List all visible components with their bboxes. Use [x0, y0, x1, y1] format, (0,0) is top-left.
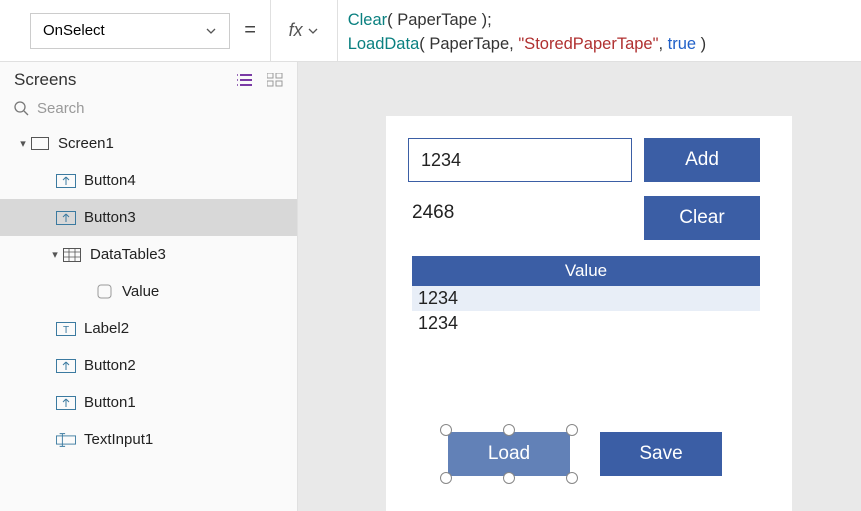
tree-item-label: Button3 — [84, 209, 136, 226]
text-input[interactable]: 1234 — [408, 138, 632, 182]
tree-item-button3[interactable]: Button3 — [0, 199, 297, 236]
search-icon — [14, 101, 29, 116]
tok: PaperTape — [429, 35, 509, 53]
property-dropdown[interactable]: OnSelect — [30, 13, 230, 49]
equals-sign: = — [244, 19, 256, 42]
button-icon — [56, 173, 76, 189]
tree-item-button1[interactable]: Button1 — [0, 384, 297, 421]
text-input-value: 1234 — [421, 150, 461, 171]
tree-item-label: Screen1 — [58, 135, 114, 152]
datatable-header: Value — [412, 256, 760, 286]
label-icon: T — [56, 321, 76, 337]
tok: ( — [387, 11, 397, 29]
column-icon — [94, 284, 114, 300]
tok: LoadData — [348, 35, 420, 53]
tok: ( — [419, 35, 429, 53]
tree-item-value[interactable]: Value — [0, 273, 297, 310]
clear-button[interactable]: Clear — [644, 196, 760, 240]
tree-item-label: Label2 — [84, 320, 129, 337]
load-button[interactable]: Load — [448, 432, 570, 476]
tok: true — [668, 35, 696, 53]
button-icon — [56, 395, 76, 411]
tree-item-button2[interactable]: Button2 — [0, 347, 297, 384]
tok: "StoredPaperTape" — [518, 35, 658, 53]
svg-text:T: T — [63, 325, 69, 336]
datatable-icon — [62, 247, 82, 263]
property-dropdown-label: OnSelect — [43, 22, 105, 39]
tree-item-label: Button2 — [84, 357, 136, 374]
tok: PaperTape — [397, 11, 477, 29]
tok: , — [509, 35, 518, 53]
data-table[interactable]: Value 1234 1234 — [412, 256, 760, 336]
search-placeholder: Search — [37, 100, 85, 117]
tree-item-label: Value — [122, 283, 159, 300]
button-icon — [56, 210, 76, 226]
tree-list-icon[interactable] — [237, 73, 255, 87]
tree-item-label2[interactable]: T Label2 — [0, 310, 297, 347]
textinput-icon — [56, 432, 76, 448]
save-button[interactable]: Save — [600, 432, 722, 476]
table-row[interactable]: 1234 — [412, 311, 760, 336]
tree-panel: Screens Search ▾ Screen1 Button4 Button3 — [0, 62, 298, 511]
app-screen[interactable]: 1234 Add 2468 Clear Value 1234 1234 Load… — [386, 116, 792, 511]
fx-button[interactable]: fx — [270, 0, 338, 62]
button-icon — [56, 358, 76, 374]
tree-item-label: DataTable3 — [90, 246, 166, 263]
tok: Clear — [348, 11, 387, 29]
formula-bar: OnSelect = fx Clear( PaperTape ); LoadDa… — [0, 0, 861, 62]
chevron-down-icon: ▾ — [16, 137, 30, 150]
tok: , — [658, 35, 667, 53]
tree-item-screen1[interactable]: ▾ Screen1 — [0, 125, 297, 162]
fx-label: fx — [289, 20, 303, 41]
button-label: Save — [639, 443, 682, 465]
tree-header: Screens — [0, 62, 297, 96]
canvas[interactable]: 1234 Add 2468 Clear Value 1234 1234 Load… — [298, 62, 861, 511]
screen-icon — [30, 136, 50, 152]
formula-editor[interactable]: Clear( PaperTape ); LoadData( PaperTape,… — [338, 0, 861, 62]
table-row[interactable]: 1234 — [412, 286, 760, 311]
chevron-down-icon — [205, 25, 217, 37]
tree-item-datatable3[interactable]: ▾ DataTable3 — [0, 236, 297, 273]
tree-item-label: Button1 — [84, 394, 136, 411]
button-label: Add — [685, 149, 719, 171]
tree-item-label: TextInput1 — [84, 431, 153, 448]
tree-item-textinput1[interactable]: TextInput1 — [0, 421, 297, 458]
button-label: Load — [488, 443, 530, 465]
add-button[interactable]: Add — [644, 138, 760, 182]
tree-item-label: Button4 — [84, 172, 136, 189]
tok: ) — [696, 35, 706, 53]
button-label: Clear — [679, 207, 724, 229]
chevron-down-icon: ▾ — [48, 248, 62, 261]
tok: ); — [477, 11, 492, 29]
sum-label: 2468 — [412, 202, 454, 224]
tree-search[interactable]: Search — [0, 96, 297, 125]
tree-title: Screens — [14, 70, 76, 90]
tree-item-button4[interactable]: Button4 — [0, 162, 297, 199]
tree-grid-icon[interactable] — [267, 73, 283, 87]
